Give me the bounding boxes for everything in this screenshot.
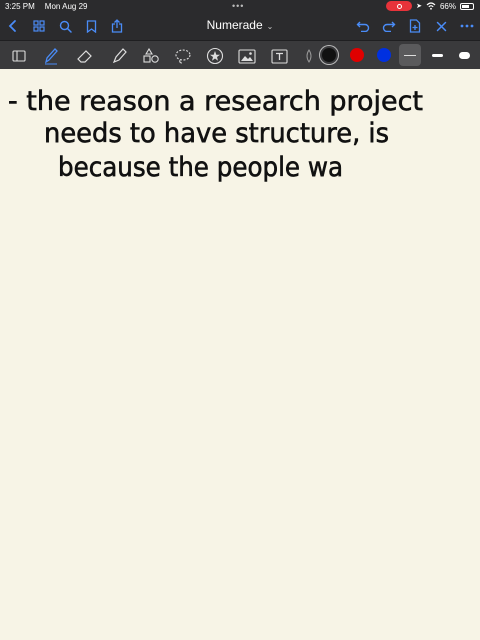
- color-swatch-red[interactable]: [350, 48, 364, 62]
- screen-recording-icon[interactable]: [386, 1, 413, 11]
- document-title-text: Numerade: [206, 18, 263, 32]
- status-bar: 3:25 PM Mon Aug 29 ••• ➤ 66%: [0, 0, 480, 12]
- width-thick-button[interactable]: [453, 44, 475, 66]
- close-icon[interactable]: [432, 17, 450, 35]
- laser-icon[interactable]: [298, 45, 320, 67]
- wifi-icon: [426, 2, 436, 10]
- lasso-icon[interactable]: [172, 45, 194, 67]
- text-icon[interactable]: [268, 45, 290, 67]
- nav-bar: Numerade ⌄: [0, 12, 480, 40]
- highlighter-icon[interactable]: [108, 45, 130, 67]
- color-swatch-blue[interactable]: [377, 48, 391, 62]
- chevron-down-icon: ⌄: [266, 22, 274, 31]
- sticker-icon[interactable]: [204, 45, 226, 67]
- battery-icon: [460, 2, 474, 10]
- color-swatch-black[interactable]: [322, 48, 336, 62]
- multitasking-dots-icon[interactable]: •••: [232, 1, 244, 11]
- pen-icon[interactable]: [40, 45, 62, 67]
- grid-icon[interactable]: [30, 17, 48, 35]
- tool-bar: [0, 40, 480, 69]
- handwritten-line: because the people wa: [58, 152, 343, 183]
- shapes-icon[interactable]: [140, 45, 162, 67]
- sidebar-toggle-icon[interactable]: [8, 45, 30, 67]
- location-icon: ➤: [416, 3, 422, 10]
- bookmark-icon[interactable]: [82, 17, 100, 35]
- handwritten-line: needs to have structure, is: [44, 118, 389, 149]
- width-thin-button[interactable]: [399, 44, 421, 66]
- status-time: 3:25 PM: [5, 1, 35, 11]
- note-canvas[interactable]: - the reason a research project needs to…: [0, 70, 480, 640]
- redo-icon[interactable]: [380, 17, 398, 35]
- handwriting-layer: - the reason a research project needs to…: [8, 86, 424, 184]
- share-icon[interactable]: [108, 17, 126, 35]
- eraser-icon[interactable]: [74, 45, 96, 67]
- battery-percent: 66%: [439, 1, 456, 11]
- handwritten-line: - the reason a research project: [8, 86, 423, 117]
- add-page-icon[interactable]: [406, 17, 424, 35]
- status-date: Mon Aug 29: [44, 1, 88, 11]
- search-icon[interactable]: [56, 17, 74, 35]
- more-icon[interactable]: [458, 17, 476, 35]
- image-icon[interactable]: [236, 45, 258, 67]
- width-medium-button[interactable]: [426, 44, 448, 66]
- back-chevron-icon[interactable]: [4, 17, 22, 35]
- undo-icon[interactable]: [354, 17, 372, 35]
